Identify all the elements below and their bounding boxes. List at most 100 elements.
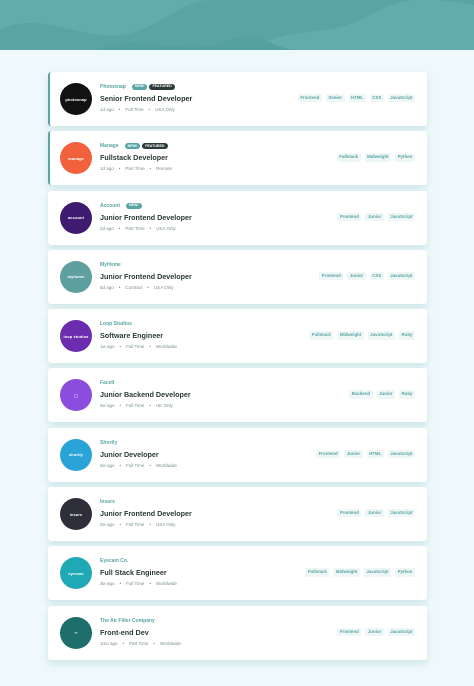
job-title-link[interactable]: Software Engineer: [100, 331, 177, 340]
filter-tag[interactable]: Junior: [365, 627, 384, 637]
filter-tag[interactable]: JavaScript: [387, 509, 415, 518]
filter-tag[interactable]: Midweight: [364, 153, 392, 162]
job-meta: 1w ago • Full Time • Worldwide: [100, 344, 177, 349]
contract-type: Full Time: [125, 107, 144, 112]
company-logo: ◯: [60, 379, 92, 412]
separator-dot: •: [149, 581, 151, 587]
job-title-link[interactable]: Junior Developer: [100, 450, 177, 459]
job-info: Manage NEW! FEATURED Fullstack Developer 1d …: [100, 142, 172, 171]
filter-tag[interactable]: JavaScript: [387, 94, 415, 103]
contract-type: Full Time: [126, 403, 145, 409]
filter-tag[interactable]: Frontend: [316, 449, 341, 459]
company-logo: ∞: [60, 616, 92, 649]
separator-dot: •: [147, 284, 149, 290]
company-name: Eyecam Co.: [100, 558, 129, 565]
filter-tag[interactable]: JavaScript: [367, 331, 396, 340]
job-list: PHOTOSNAP Photosnap NEW! FEATURED Senior Fro…: [48, 72, 427, 665]
separator-dot: •: [119, 403, 122, 409]
filter-tag[interactable]: Frontend: [297, 94, 322, 103]
job-meta: 3w ago • Full Time • Worldwide: [100, 581, 177, 586]
separator-dot: •: [118, 107, 121, 112]
posted-time: 2d ago: [100, 225, 114, 231]
job-listing-card[interactable]: ◯ FaceIt Junior Backend Developer 2w ago • Fu…: [48, 368, 427, 423]
job-meta: 2d ago • Part Time • USA Only: [100, 226, 192, 231]
company-row: Insure: [100, 498, 192, 506]
filter-tag[interactable]: Junior: [365, 509, 384, 518]
job-location: Worldwide: [155, 344, 177, 350]
filter-tag[interactable]: JavaScript: [363, 568, 392, 577]
filter-tag[interactable]: Fullstack: [309, 331, 334, 340]
posted-time: 2w ago: [100, 462, 115, 468]
job-title-link[interactable]: Front-end Dev: [100, 628, 181, 637]
filter-tag[interactable]: Python: [395, 568, 415, 577]
job-info: Account NEW! Junior Frontend Developer 2d a…: [100, 202, 192, 231]
filter-tag[interactable]: Junior: [347, 271, 366, 281]
job-title-link[interactable]: Junior Frontend Developer: [100, 213, 192, 222]
job-listing-card[interactable]: loop studios Loop Studios Software Enginee…: [48, 309, 427, 364]
separator-dot: •: [118, 166, 121, 172]
filter-tag[interactable]: Frontend: [337, 509, 362, 518]
company-name: FaceIt: [100, 380, 115, 387]
separator-dot: •: [149, 166, 152, 172]
contract-type: Part Time: [129, 640, 149, 646]
posted-time: 5d ago: [100, 284, 114, 290]
job-info: MyHome Junior Frontend Developer 5d ago • Co…: [100, 261, 192, 290]
featured-badge: FEATURED: [142, 143, 168, 150]
filter-tag[interactable]: JavaScript: [387, 271, 415, 281]
separator-dot: •: [118, 284, 121, 290]
filter-tag[interactable]: JavaScript: [387, 449, 415, 459]
filter-tag[interactable]: Senior: [325, 94, 345, 103]
job-listing-card[interactable]: PHOTOSNAP Photosnap NEW! FEATURED Senior Fro…: [48, 72, 427, 126]
filter-tag[interactable]: Midweight: [333, 568, 360, 577]
job-title-link[interactable]: Full Stack Engineer: [100, 568, 177, 577]
company-name: Shortly: [100, 439, 118, 446]
job-listing-card[interactable]: shortly Shortly Junior Developer 2w ago • Ful…: [48, 427, 427, 482]
job-location: UK Only: [155, 403, 173, 409]
featured-badge: FEATURED: [149, 83, 175, 91]
job-title-link[interactable]: Junior Frontend Developer: [100, 272, 192, 281]
job-title-link[interactable]: Senior Frontend Developer: [100, 94, 192, 103]
filter-tag[interactable]: Midweight: [337, 331, 364, 340]
job-listing-card[interactable]: INSURE Insure Junior Frontend Developer 2w …: [48, 487, 427, 542]
filter-tag[interactable]: Frontend: [319, 271, 344, 281]
company-name: Account: [100, 202, 120, 209]
filter-tag[interactable]: Ruby: [399, 331, 415, 340]
job-listing-card[interactable]: manage Manage NEW! FEATURED Fullstack Develo…: [48, 131, 427, 186]
job-info: FaceIt Junior Backend Developer 2w ago • Ful…: [100, 379, 191, 408]
tag-list: Frontend Junior HTML JavaScript: [316, 449, 415, 459]
filter-tag[interactable]: JavaScript: [387, 627, 415, 637]
posted-time: 1d ago: [100, 107, 114, 112]
contract-type: Full Time: [126, 522, 145, 528]
job-listing-card[interactable]: MYHOME MyHome Junior Frontend Developer 5d …: [48, 249, 427, 304]
filter-tag[interactable]: Junior: [344, 449, 363, 459]
job-info: The Air Filter Company Front-end Dev 1mo a…: [100, 617, 181, 646]
contract-type: Part Time: [125, 166, 145, 172]
contract-type: Full Time: [126, 344, 145, 350]
job-listing-card[interactable]: ∞ The Air Filter Company Front-end Dev 1mo …: [48, 605, 427, 660]
filter-tag[interactable]: Python: [395, 153, 415, 162]
job-title-link[interactable]: Junior Frontend Developer: [100, 509, 192, 518]
separator-dot: •: [122, 640, 125, 646]
job-title-link[interactable]: Junior Backend Developer: [100, 390, 191, 399]
job-listing-card[interactable]: ACCOUNT Account NEW! Junior Frontend Develo…: [48, 190, 427, 245]
filter-tag[interactable]: Junior: [376, 390, 396, 399]
company-logo: MYHOME: [60, 260, 92, 293]
separator-dot: •: [119, 522, 122, 528]
filter-tag[interactable]: Frontend: [337, 212, 362, 221]
filter-tag[interactable]: Ruby: [399, 390, 415, 399]
separator-dot: •: [153, 640, 155, 646]
job-location: Worldwide: [155, 462, 177, 468]
job-listing-card[interactable]: EYECAM Eyecam Co. Full Stack Engineer 3w ag…: [48, 546, 427, 601]
filter-tag[interactable]: HTML: [366, 449, 384, 459]
filter-tag[interactable]: Backend: [349, 390, 373, 399]
filter-tag[interactable]: Fullstack: [305, 568, 330, 577]
filter-tag[interactable]: Fullstack: [336, 153, 361, 162]
filter-tag[interactable]: HTML: [348, 94, 366, 103]
filter-tag[interactable]: CSS: [369, 271, 384, 281]
filter-tag[interactable]: CSS: [369, 94, 384, 103]
filter-tag[interactable]: Junior: [365, 212, 384, 221]
job-title-link[interactable]: Fullstack Developer: [100, 153, 172, 162]
company-row: Manage NEW! FEATURED: [100, 142, 172, 150]
filter-tag[interactable]: JavaScript: [387, 212, 415, 221]
filter-tag[interactable]: Frontend: [337, 627, 362, 637]
